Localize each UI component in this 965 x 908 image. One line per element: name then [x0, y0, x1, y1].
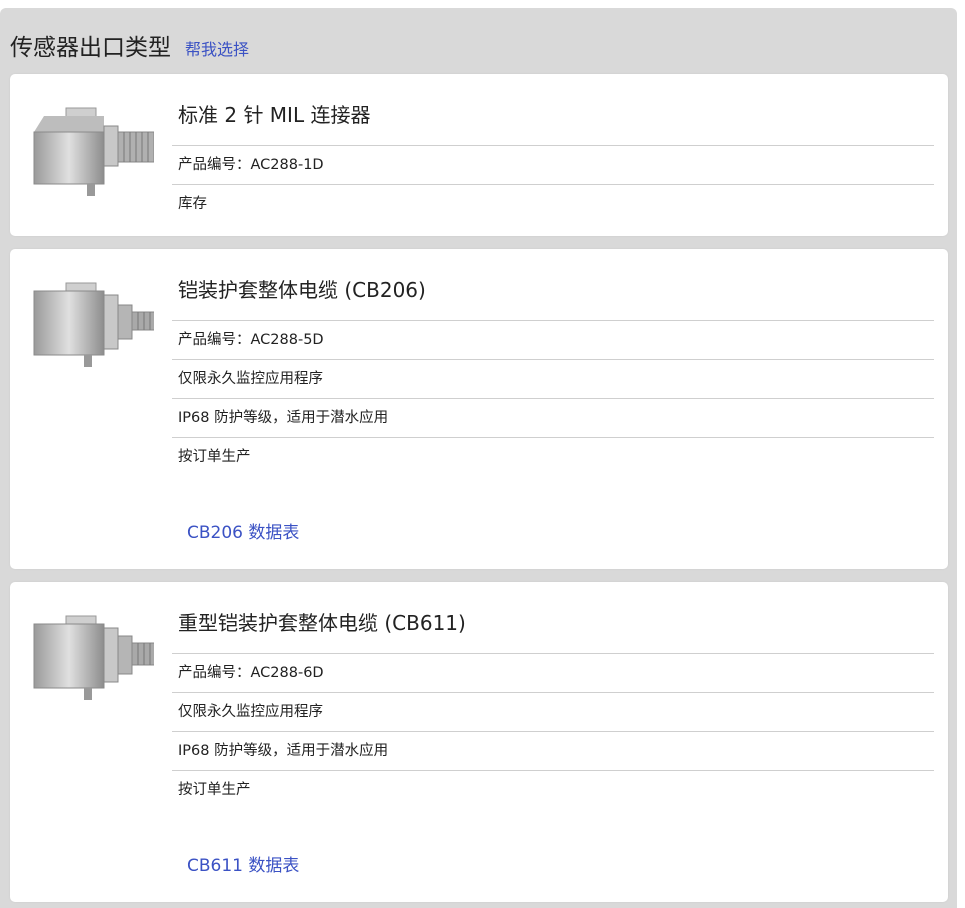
stock-status: 库存	[172, 184, 934, 223]
product-title: 标准 2 针 MIL 连接器	[178, 103, 371, 127]
heavy-armored-cable-sensor-icon	[33, 615, 154, 700]
feature-row: IP68 防护等级，适用于潜水应用	[172, 731, 934, 770]
product-details: 产品编号：AC288-1D 库存	[172, 145, 934, 223]
product-number: 产品编号：AC288-5D	[172, 320, 934, 359]
product-card-cb611[interactable]: 重型铠装护套整体电缆 (CB611) 产品编号：AC288-6D 仅限永久监控应…	[10, 582, 948, 902]
feature-row: IP68 防护等级，适用于潜水应用	[172, 398, 934, 437]
product-details: 产品编号：AC288-6D 仅限永久监控应用程序 IP68 防护等级，适用于潜水…	[172, 653, 934, 809]
help-me-choose-link[interactable]: 帮我选择	[185, 36, 249, 60]
product-title: 重型铠装护套整体电缆 (CB611)	[178, 611, 466, 635]
mil-connector-sensor-icon	[33, 107, 154, 196]
product-details: 产品编号：AC288-5D 仅限永久监控应用程序 IP68 防护等级，适用于潜水…	[172, 320, 934, 476]
feature-row: 按订单生产	[172, 770, 934, 809]
datasheet-link[interactable]: CB611 数据表	[187, 851, 299, 876]
panel-title: 传感器出口类型	[10, 35, 171, 61]
product-number: 产品编号：AC288-6D	[172, 653, 934, 692]
feature-row: 仅限永久监控应用程序	[172, 359, 934, 398]
datasheet-link[interactable]: CB206 数据表	[187, 518, 299, 543]
product-title: 铠装护套整体电缆 (CB206)	[178, 278, 426, 302]
product-number: 产品编号：AC288-1D	[172, 145, 934, 184]
feature-row: 按订单生产	[172, 437, 934, 476]
armored-cable-sensor-icon	[33, 282, 154, 367]
feature-row: 仅限永久监控应用程序	[172, 692, 934, 731]
product-card-mil-connector[interactable]: 标准 2 针 MIL 连接器 产品编号：AC288-1D 库存	[10, 74, 948, 236]
panel-header: 传感器出口类型 帮我选择	[10, 28, 249, 68]
product-card-cb206[interactable]: 铠装护套整体电缆 (CB206) 产品编号：AC288-5D 仅限永久监控应用程…	[10, 249, 948, 569]
